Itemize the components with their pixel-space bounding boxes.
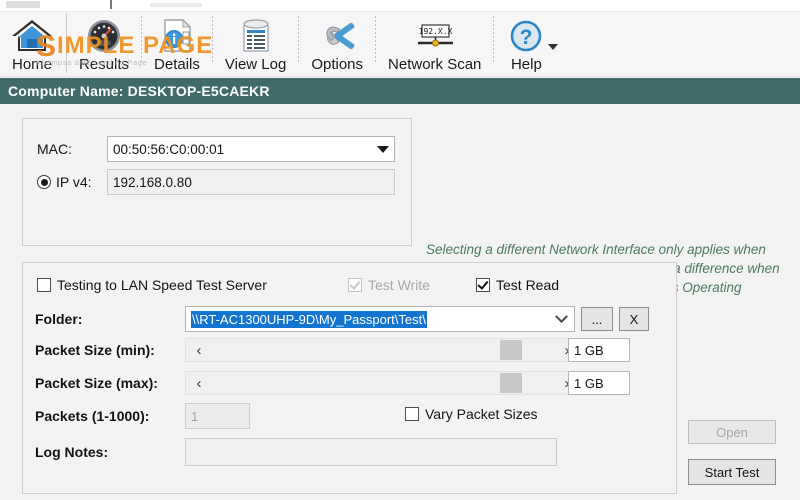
test-write-checkbox (348, 278, 362, 292)
packet-size-min-slider[interactable]: ‹ › (185, 338, 581, 362)
ribbon-item-details[interactable]: Details (144, 11, 210, 76)
packets-value: 1 (191, 408, 199, 424)
svg-text:?: ? (520, 26, 533, 49)
ribbon-item-label: Details (154, 56, 200, 73)
browse-folder-button[interactable]: ... (581, 307, 613, 331)
ipv4-label: IP v4: (56, 174, 92, 190)
folder-label: Folder: (35, 311, 83, 327)
testing-to-server-checkbox[interactable] (37, 278, 51, 292)
ribbon-item-label: Help (510, 56, 542, 73)
packet-size-min-value-field[interactable]: 1 GB (568, 338, 630, 362)
log-notes-label: Log Notes: (35, 444, 109, 460)
ribbon-toolbar: Home Results Details View Log Options 19… (0, 12, 800, 77)
open-button: Open (688, 420, 776, 444)
packets-label: Packets (1-1000): (35, 408, 150, 424)
network-scan-icon: 192.X.X (408, 16, 462, 56)
computer-name-bar: Computer Name: DESKTOP-E5CAEKR (0, 78, 800, 104)
test-settings-panel: Testing to LAN Speed Test Server Test Wr… (22, 262, 677, 494)
question-circle-icon: ? (506, 16, 546, 56)
ribbon-item-label: Network Scan (388, 56, 482, 73)
test-read-label: Test Read (496, 277, 560, 293)
test-read-checkbox[interactable] (476, 278, 490, 292)
ribbon-item-home[interactable]: Home (0, 11, 64, 76)
ribbon-item-label: Home (11, 56, 52, 73)
packet-max-decrease-arrow[interactable]: ‹ (186, 372, 212, 394)
packet-size-max-slider[interactable]: ‹ › (185, 371, 581, 395)
hammer-wrench-icon (315, 16, 359, 56)
test-write-label: Test Write (368, 277, 430, 293)
ribbon-item-results[interactable]: Results (69, 11, 139, 76)
ribbon-item-label: Options (311, 56, 364, 73)
ribbon-item-network-scan[interactable]: 192.X.X Network Scan (378, 11, 491, 76)
ribbon-item-label: Results (79, 56, 130, 73)
ribbon-separator (66, 13, 67, 73)
packet-min-track[interactable] (212, 339, 554, 361)
packet-size-min-label: Packet Size (min): (35, 342, 155, 358)
ribbon-item-help[interactable]: ? Help (496, 11, 559, 76)
folder-value: \\RT-AC1300UHP-9D\My_Passport\Test\ (191, 310, 427, 328)
svg-text:192.X.X: 192.X.X (418, 27, 452, 36)
packets-field: 1 (185, 403, 250, 429)
ribbon-item-view-log[interactable]: View Log (215, 11, 296, 76)
mac-label: MAC: (37, 141, 72, 157)
test-read-checkbox-row[interactable]: Test Read (476, 277, 559, 293)
help-dropdown-caret-icon[interactable] (548, 44, 559, 50)
packet-max-thumb[interactable] (500, 373, 522, 393)
packet-max-track[interactable] (212, 372, 554, 394)
mac-combobox[interactable]: 00:50:56:C0:00:01 (107, 136, 395, 162)
main-content: MAC: 00:50:56:C0:00:01 IP v4: 192.168.0.… (0, 104, 800, 500)
ribbon-separator (141, 16, 143, 64)
ipv4-radio-row[interactable]: IP v4: (37, 174, 92, 190)
ipv4-field[interactable]: 192.168.0.80 (107, 169, 395, 195)
testing-to-server-checkbox-row[interactable]: Testing to LAN Speed Test Server (37, 277, 267, 293)
testing-to-server-label: Testing to LAN Speed Test Server (57, 277, 267, 293)
chevron-down-icon[interactable] (555, 309, 568, 323)
ghost-chrome-element (6, 1, 40, 8)
packet-min-thumb[interactable] (500, 340, 522, 360)
packet-size-max-value: 1 GB (574, 375, 604, 391)
network-interface-panel: MAC: 00:50:56:C0:00:01 IP v4: 192.168.0.… (22, 118, 412, 246)
ribbon-separator (211, 16, 213, 64)
clear-folder-button[interactable]: X (619, 307, 649, 331)
packet-size-min-value: 1 GB (574, 342, 604, 358)
start-test-button[interactable]: Start Test (688, 459, 776, 485)
chevron-down-icon[interactable] (377, 145, 389, 153)
ribbon-item-label: View Log (224, 56, 287, 73)
text-cursor-artifact (110, 0, 112, 9)
packet-size-max-value-field[interactable]: 1 GB (568, 371, 630, 395)
test-write-checkbox-row: Test Write (348, 277, 430, 293)
folder-combobox[interactable]: \\RT-AC1300UHP-9D\My_Passport\Test\ (185, 306, 575, 332)
packet-size-max-label: Packet Size (max): (35, 375, 158, 391)
ribbon-separator (493, 16, 495, 64)
ribbon-separator (298, 16, 300, 64)
vary-packet-sizes-label: Vary Packet Sizes (425, 406, 538, 422)
log-notes-field[interactable] (185, 438, 557, 466)
vary-packet-sizes-checkbox[interactable] (405, 407, 419, 421)
document-info-icon (157, 16, 197, 56)
ipv4-value: 192.168.0.80 (113, 174, 192, 190)
ghost-chrome-element-2 (150, 3, 202, 7)
ipv4-radio[interactable] (37, 175, 51, 189)
gauge-icon (84, 16, 124, 56)
ribbon-separator (375, 16, 377, 64)
vary-packet-sizes-checkbox-row[interactable]: Vary Packet Sizes (405, 406, 538, 422)
packet-min-decrease-arrow[interactable]: ‹ (186, 339, 212, 361)
log-scroll-icon (235, 16, 277, 56)
mac-value: 00:50:56:C0:00:01 (113, 141, 225, 157)
ribbon-item-options[interactable]: Options (301, 11, 373, 76)
home-icon (10, 16, 54, 56)
